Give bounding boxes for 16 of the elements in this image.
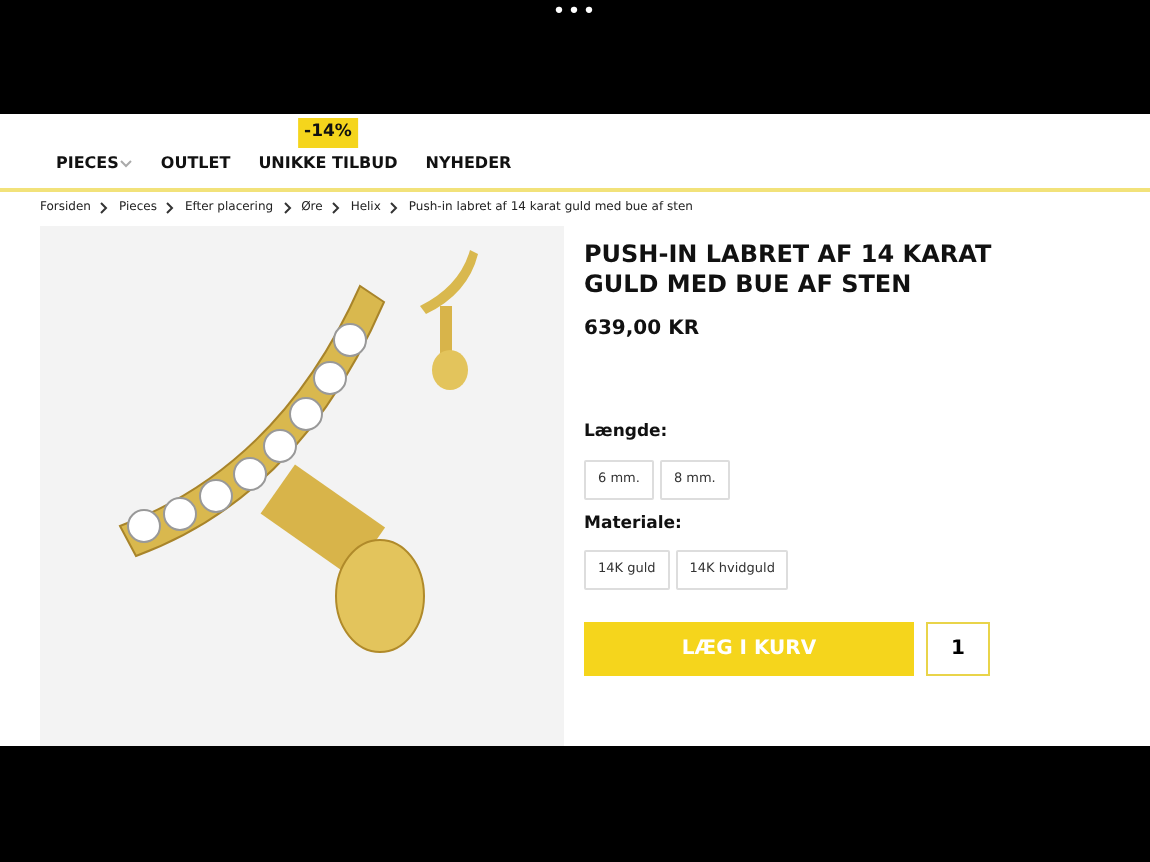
product-price: 639,00 KR [584, 316, 702, 344]
nav-link[interactable]: PIECES [56, 152, 133, 176]
chevron-right-icon [283, 201, 292, 213]
nav-link[interactable]: NYHEDER [425, 152, 512, 176]
product-title: PUSH-IN LABRET AF 14 KARAT GULD MED BUE AF STEN [584, 240, 994, 300]
chevron-right-icon [390, 201, 399, 213]
option-label: Materiale: [584, 511, 684, 537]
chevron-down-icon [120, 160, 133, 168]
quantity-field[interactable]: 1 [926, 622, 990, 676]
option-label: Længde: [584, 420, 670, 446]
more-dots[interactable]: ••• [552, 0, 598, 24]
nav-link[interactable]: OUTLET [160, 152, 231, 176]
chevron-right-icon [166, 201, 175, 213]
chevron-right-icon [332, 201, 341, 213]
chevron-right-icon [100, 201, 109, 213]
discount-badge: -14% [298, 118, 358, 148]
